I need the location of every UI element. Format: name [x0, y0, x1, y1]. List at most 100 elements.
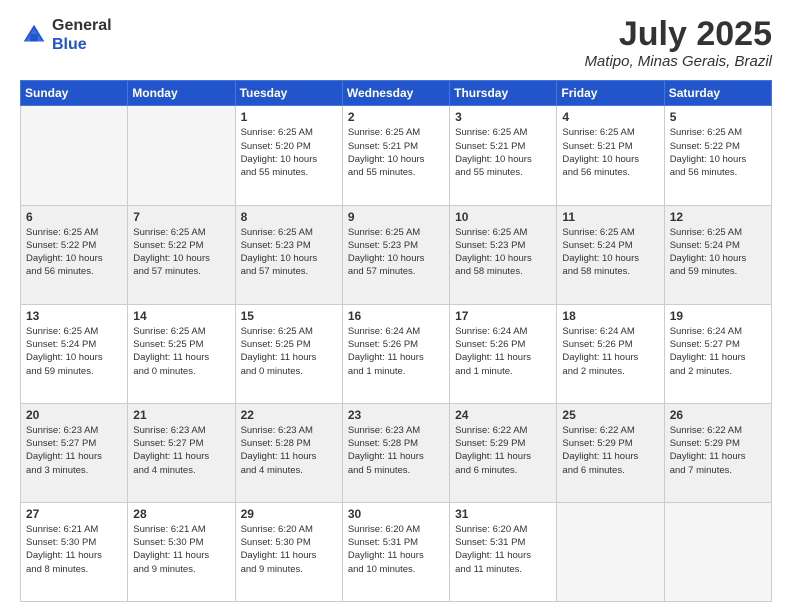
- day-number: 15: [241, 309, 337, 323]
- day-number: 9: [348, 210, 444, 224]
- table-row: 3 Sunrise: 6:25 AM Sunset: 5:21 PM Daylig…: [450, 106, 557, 205]
- day-info: Sunrise: 6:21 AM Sunset: 5:30 PM Dayligh…: [26, 523, 122, 576]
- day-number: 1: [241, 110, 337, 124]
- table-row: [128, 106, 235, 205]
- table-row: 11 Sunrise: 6:25 AM Sunset: 5:24 PM Dayli…: [557, 205, 664, 304]
- table-row: 20 Sunrise: 6:23 AM Sunset: 5:27 PM Dayli…: [21, 403, 128, 502]
- page: General Blue July 2025 Matipo, Minas Ger…: [0, 0, 792, 612]
- col-monday: Monday: [128, 81, 235, 106]
- day-info: Sunrise: 6:22 AM Sunset: 5:29 PM Dayligh…: [562, 424, 658, 477]
- col-thursday: Thursday: [450, 81, 557, 106]
- day-number: 23: [348, 408, 444, 422]
- table-row: 19 Sunrise: 6:24 AM Sunset: 5:27 PM Dayli…: [664, 304, 771, 403]
- day-info: Sunrise: 6:25 AM Sunset: 5:24 PM Dayligh…: [562, 226, 658, 279]
- calendar-week-row: 27 Sunrise: 6:21 AM Sunset: 5:30 PM Dayli…: [21, 502, 772, 601]
- table-row: 15 Sunrise: 6:25 AM Sunset: 5:25 PM Dayli…: [235, 304, 342, 403]
- table-row: 23 Sunrise: 6:23 AM Sunset: 5:28 PM Dayli…: [342, 403, 449, 502]
- day-number: 28: [133, 507, 229, 521]
- table-row: 28Sunrise: 6:21 AM Sunset: 5:30 PM Dayli…: [128, 502, 235, 601]
- col-friday: Friday: [557, 81, 664, 106]
- table-row: 14Sunrise: 6:25 AM Sunset: 5:25 PM Dayli…: [128, 304, 235, 403]
- logo-general: General: [52, 17, 112, 34]
- day-number: 31: [455, 507, 551, 521]
- col-sunday: Sunday: [21, 81, 128, 106]
- day-number: 26: [670, 408, 766, 422]
- title-month: July 2025: [584, 16, 772, 53]
- day-number: 11: [562, 210, 658, 224]
- table-row: 4 Sunrise: 6:25 AM Sunset: 5:21 PM Daylig…: [557, 106, 664, 205]
- day-number: 4: [562, 110, 658, 124]
- day-number: 22: [241, 408, 337, 422]
- day-info: Sunrise: 6:22 AM Sunset: 5:29 PM Dayligh…: [455, 424, 551, 477]
- table-row: 24Sunrise: 6:22 AM Sunset: 5:29 PM Dayli…: [450, 403, 557, 502]
- calendar-table: Sunday Monday Tuesday Wednesday Thursday…: [20, 80, 772, 602]
- table-row: 9 Sunrise: 6:25 AM Sunset: 5:23 PM Daylig…: [342, 205, 449, 304]
- calendar-week-row: 13Sunrise: 6:25 AM Sunset: 5:24 PM Dayli…: [21, 304, 772, 403]
- calendar-week-row: 1 Sunrise: 6:25 AM Sunset: 5:20 PM Daylig…: [21, 106, 772, 205]
- calendar-header-row: Sunday Monday Tuesday Wednesday Thursday…: [21, 81, 772, 106]
- day-number: 27: [26, 507, 122, 521]
- day-info: Sunrise: 6:25 AM Sunset: 5:23 PM Dayligh…: [455, 226, 551, 279]
- header: General Blue July 2025 Matipo, Minas Ger…: [20, 16, 772, 70]
- table-row: 6 Sunrise: 6:25 AM Sunset: 5:22 PM Daylig…: [21, 205, 128, 304]
- day-info: Sunrise: 6:25 AM Sunset: 5:23 PM Dayligh…: [241, 226, 337, 279]
- day-info: Sunrise: 6:23 AM Sunset: 5:28 PM Dayligh…: [348, 424, 444, 477]
- day-info: Sunrise: 6:25 AM Sunset: 5:21 PM Dayligh…: [562, 126, 658, 179]
- table-row: 8Sunrise: 6:25 AM Sunset: 5:23 PM Daylig…: [235, 205, 342, 304]
- day-number: 29: [241, 507, 337, 521]
- table-row: 13Sunrise: 6:25 AM Sunset: 5:24 PM Dayli…: [21, 304, 128, 403]
- day-number: 6: [26, 210, 122, 224]
- day-number: 3: [455, 110, 551, 124]
- col-wednesday: Wednesday: [342, 81, 449, 106]
- day-info: Sunrise: 6:20 AM Sunset: 5:31 PM Dayligh…: [348, 523, 444, 576]
- day-info: Sunrise: 6:25 AM Sunset: 5:22 PM Dayligh…: [26, 226, 122, 279]
- day-info: Sunrise: 6:25 AM Sunset: 5:24 PM Dayligh…: [26, 325, 122, 378]
- day-info: Sunrise: 6:24 AM Sunset: 5:26 PM Dayligh…: [348, 325, 444, 378]
- day-info: Sunrise: 6:25 AM Sunset: 5:25 PM Dayligh…: [241, 325, 337, 378]
- day-number: 16: [348, 309, 444, 323]
- day-info: Sunrise: 6:25 AM Sunset: 5:22 PM Dayligh…: [670, 126, 766, 179]
- day-number: 19: [670, 309, 766, 323]
- table-row: 30Sunrise: 6:20 AM Sunset: 5:31 PM Dayli…: [342, 502, 449, 601]
- day-info: Sunrise: 6:25 AM Sunset: 5:21 PM Dayligh…: [455, 126, 551, 179]
- day-number: 12: [670, 210, 766, 224]
- day-number: 25: [562, 408, 658, 422]
- day-number: 14: [133, 309, 229, 323]
- day-info: Sunrise: 6:20 AM Sunset: 5:31 PM Dayligh…: [455, 523, 551, 576]
- day-number: 7: [133, 210, 229, 224]
- table-row: [557, 502, 664, 601]
- table-row: 27 Sunrise: 6:21 AM Sunset: 5:30 PM Dayli…: [21, 502, 128, 601]
- day-number: 10: [455, 210, 551, 224]
- day-info: Sunrise: 6:22 AM Sunset: 5:29 PM Dayligh…: [670, 424, 766, 477]
- day-info: Sunrise: 6:20 AM Sunset: 5:30 PM Dayligh…: [241, 523, 337, 576]
- day-info: Sunrise: 6:25 AM Sunset: 5:22 PM Dayligh…: [133, 226, 229, 279]
- day-info: Sunrise: 6:25 AM Sunset: 5:20 PM Dayligh…: [241, 126, 337, 179]
- day-number: 18: [562, 309, 658, 323]
- day-info: Sunrise: 6:23 AM Sunset: 5:27 PM Dayligh…: [26, 424, 122, 477]
- calendar-week-row: 6 Sunrise: 6:25 AM Sunset: 5:22 PM Daylig…: [21, 205, 772, 304]
- calendar-week-row: 20 Sunrise: 6:23 AM Sunset: 5:27 PM Dayli…: [21, 403, 772, 502]
- table-row: 16 Sunrise: 6:24 AM Sunset: 5:26 PM Dayli…: [342, 304, 449, 403]
- day-info: Sunrise: 6:25 AM Sunset: 5:24 PM Dayligh…: [670, 226, 766, 279]
- table-row: [21, 106, 128, 205]
- col-tuesday: Tuesday: [235, 81, 342, 106]
- day-number: 5: [670, 110, 766, 124]
- title-block: July 2025 Matipo, Minas Gerais, Brazil: [584, 16, 772, 70]
- day-number: 17: [455, 309, 551, 323]
- title-location: Matipo, Minas Gerais, Brazil: [584, 53, 772, 70]
- table-row: 18Sunrise: 6:24 AM Sunset: 5:26 PM Dayli…: [557, 304, 664, 403]
- table-row: 22 Sunrise: 6:23 AM Sunset: 5:28 PM Dayli…: [235, 403, 342, 502]
- day-number: 20: [26, 408, 122, 422]
- logo-blue: Blue: [52, 36, 87, 53]
- table-row: 21Sunrise: 6:23 AM Sunset: 5:27 PM Dayli…: [128, 403, 235, 502]
- day-info: Sunrise: 6:24 AM Sunset: 5:27 PM Dayligh…: [670, 325, 766, 378]
- day-number: 2: [348, 110, 444, 124]
- table-row: 12 Sunrise: 6:25 AM Sunset: 5:24 PM Dayli…: [664, 205, 771, 304]
- table-row: 25 Sunrise: 6:22 AM Sunset: 5:29 PM Dayli…: [557, 403, 664, 502]
- logo-icon: [20, 21, 48, 49]
- day-info: Sunrise: 6:23 AM Sunset: 5:28 PM Dayligh…: [241, 424, 337, 477]
- table-row: 17Sunrise: 6:24 AM Sunset: 5:26 PM Dayli…: [450, 304, 557, 403]
- day-info: Sunrise: 6:25 AM Sunset: 5:23 PM Dayligh…: [348, 226, 444, 279]
- day-number: 21: [133, 408, 229, 422]
- table-row: [664, 502, 771, 601]
